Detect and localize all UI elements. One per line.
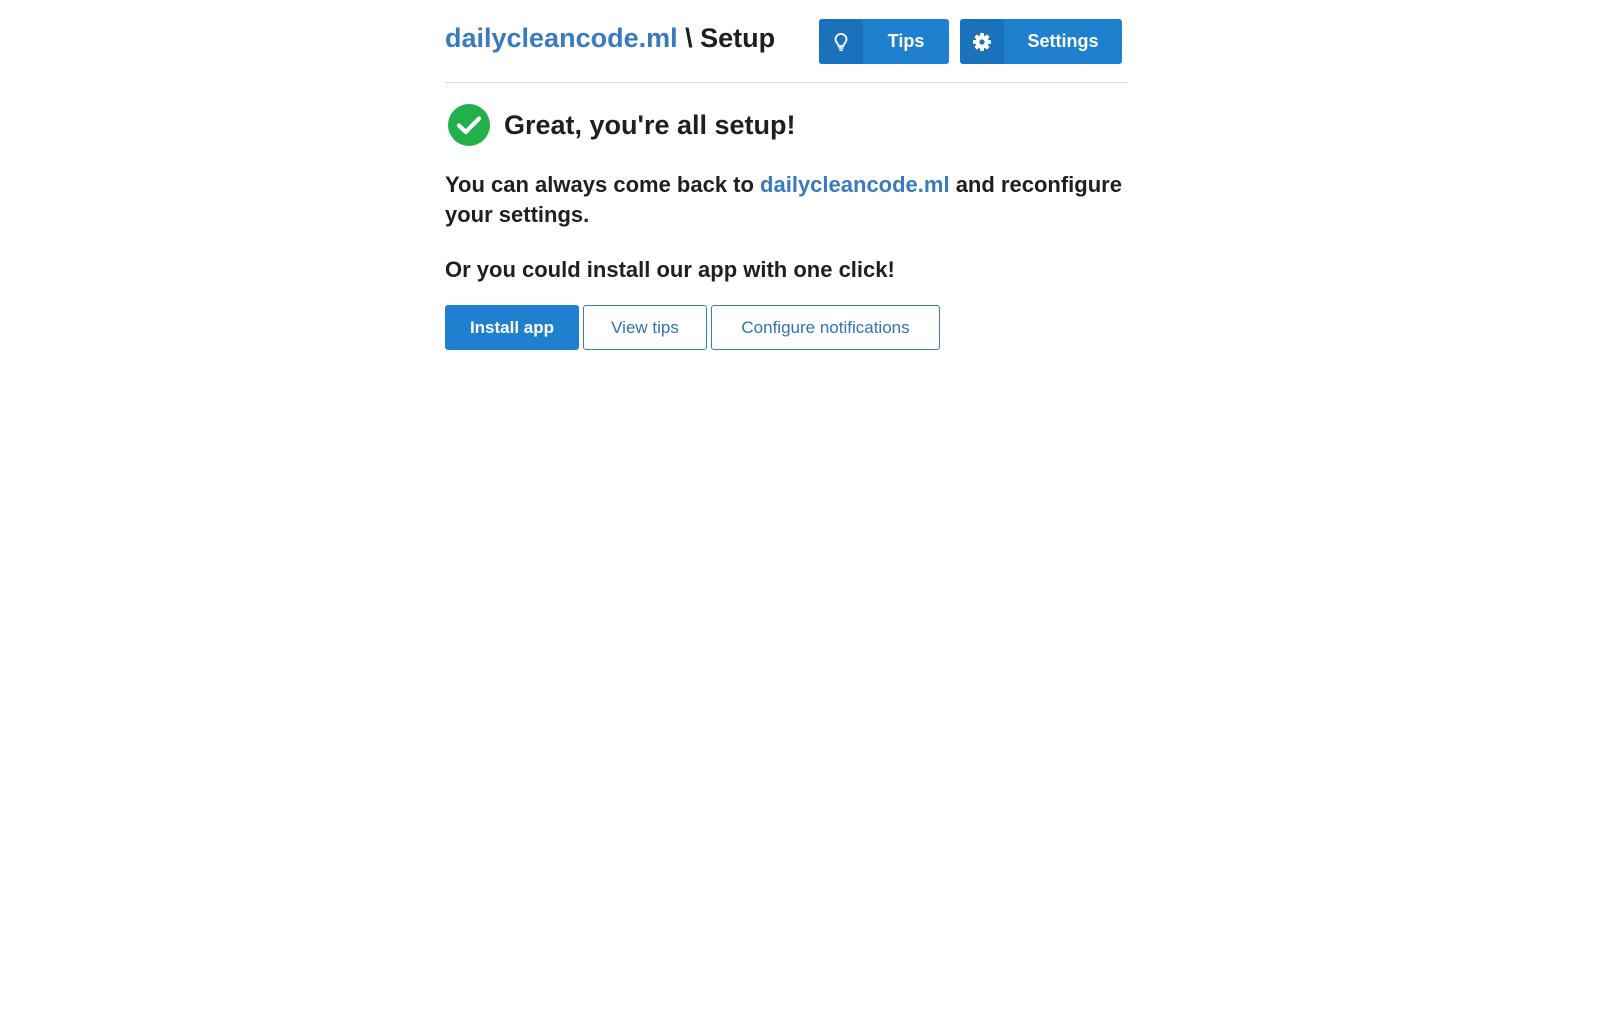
success-message: Great, you're all setup!	[448, 104, 796, 146]
install-paragraph: Or you could install our app with one cl…	[445, 257, 895, 282]
paragraph-text: You can always come back to	[445, 172, 761, 197]
reconfigure-paragraph: You can always come back to dailycleanco…	[445, 170, 1125, 230]
page-container: dailycleancode.ml \ Setup Tips Settings …	[445, 0, 1127, 350]
lightbulb-icon	[819, 19, 863, 64]
tips-button-label: Tips	[887, 31, 925, 51]
page-name: Setup	[700, 23, 776, 53]
configure-notifications-button[interactable]: Configure notifications	[711, 305, 940, 350]
site-link[interactable]: dailycleancode.ml	[445, 23, 678, 53]
header: dailycleancode.ml \ Setup Tips Settings	[445, 0, 1127, 83]
settings-button[interactable]: Settings	[960, 19, 1122, 64]
breadcrumb-separator: \	[677, 23, 701, 53]
tips-button[interactable]: Tips	[819, 19, 949, 64]
gear-icon	[960, 19, 1004, 64]
page-title: dailycleancode.ml \ Setup	[445, 20, 775, 56]
check-circle-icon	[448, 104, 490, 146]
install-app-button[interactable]: Install app	[445, 305, 579, 350]
action-buttons: Install app View tips Configure notifica…	[445, 305, 940, 350]
site-link-inline[interactable]: dailycleancode.ml	[760, 172, 950, 197]
view-tips-button[interactable]: View tips	[583, 305, 707, 350]
settings-button-label: Settings	[1027, 31, 1099, 51]
success-heading: Great, you're all setup!	[504, 110, 796, 140]
